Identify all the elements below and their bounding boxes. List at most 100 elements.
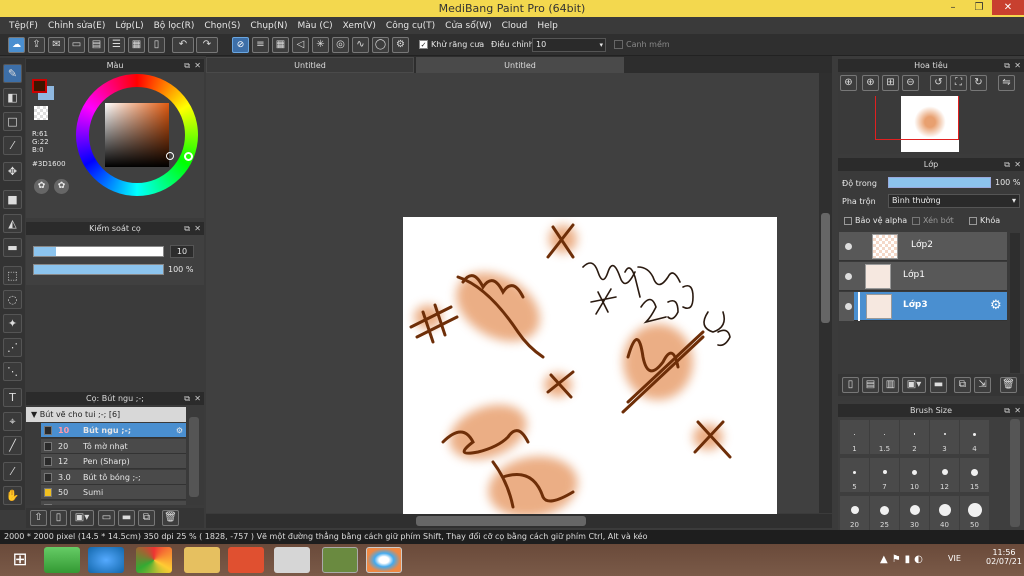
popout-icon[interactable]: ⧉ (1004, 404, 1010, 417)
document-icon[interactable]: ▤ (88, 37, 105, 53)
flip-icon[interactable]: ⇋ (998, 75, 1015, 91)
concentric-snap-icon[interactable]: ◎ (332, 37, 349, 53)
rect-select-icon[interactable]: ⬚ (3, 266, 22, 285)
dot-tool-icon[interactable]: □ (3, 112, 22, 131)
correction-select[interactable]: 10 ▾ (532, 38, 606, 52)
visibility-icon[interactable] (845, 273, 852, 280)
minimize-button[interactable]: – (940, 0, 966, 15)
edge-checkbox[interactable] (614, 40, 623, 49)
brush-opacity-slider[interactable] (33, 264, 164, 275)
brush-size-cell[interactable]: 15 (960, 458, 989, 492)
brush-size-cell[interactable]: 1.5 (870, 420, 899, 454)
eraser-tool-icon[interactable]: ◧ (3, 88, 22, 107)
brush-tool-icon[interactable]: ✎ (3, 64, 22, 83)
clip-studio-icon[interactable] (322, 547, 358, 573)
primary-color[interactable] (32, 79, 47, 93)
horizontal-scroll-thumb[interactable] (416, 516, 586, 526)
layer-row[interactable]: Lớp1 (839, 262, 1007, 291)
navigator-viewport[interactable] (875, 96, 959, 140)
close-icon[interactable]: ✕ (194, 392, 201, 405)
hand-tool-icon[interactable]: ✋ (3, 486, 22, 505)
antialias-checkbox[interactable]: ✓ (419, 40, 428, 49)
magic-wand-icon[interactable]: ✦ (3, 314, 22, 333)
move-tool-icon[interactable]: ✥ (3, 162, 22, 181)
saturation-square[interactable] (105, 103, 169, 167)
language-indicator[interactable]: VIE (948, 554, 961, 563)
redo-icon[interactable]: ↷ (196, 37, 218, 53)
blend-select[interactable]: Bình thường ▾ (888, 194, 1020, 208)
layer-folder-icon[interactable]: ▬ (930, 377, 947, 393)
brush-size-scrollbar[interactable] (1010, 419, 1020, 527)
menu-view[interactable]: Xem(V) (338, 21, 381, 31)
brush-size-cell[interactable]: 5 (840, 458, 869, 492)
duplicate-icon[interactable]: ⧉ (138, 510, 155, 526)
menu-cloud[interactable]: Cloud (497, 21, 533, 31)
radial-snap-icon[interactable]: ✳ (312, 37, 329, 53)
menu-help[interactable]: Help (532, 21, 563, 31)
brush-group[interactable]: ▼ Bút vẽ cho tui ;-; [6] (26, 407, 186, 422)
lock-checkbox[interactable] (969, 217, 977, 225)
actual-size-icon[interactable]: ⊞ (882, 75, 899, 91)
color-picker-cursor[interactable] (166, 152, 174, 160)
popout-icon[interactable]: ⧉ (184, 392, 190, 405)
brush-size-cell[interactable]: 40 (930, 496, 959, 530)
rotate-right-icon[interactable]: ↻ (970, 75, 987, 91)
menu-edit[interactable]: Chỉnh sửa(E) (43, 21, 110, 31)
new-brush-icon[interactable]: ▯ (50, 510, 67, 526)
layer-settings-icon[interactable]: ⚙ (990, 298, 1002, 313)
windows-start-icon[interactable]: ⊞ (0, 544, 40, 576)
popout-icon[interactable]: ⧉ (1004, 158, 1010, 171)
add-brush-menu-icon[interactable]: ▣▾ (70, 510, 94, 526)
brush-settings-icon[interactable]: ⚙ (176, 423, 183, 438)
cloud-brush-icon[interactable]: ⇧ (30, 510, 47, 526)
close-icon[interactable]: ✕ (1014, 59, 1021, 72)
close-icon[interactable]: ✕ (194, 59, 201, 72)
page-icon[interactable]: ▯ (148, 37, 165, 53)
brush-list-scrollbar[interactable] (189, 417, 199, 497)
canvas-paper[interactable] (403, 217, 777, 514)
vertical-scrollbar[interactable] (819, 73, 832, 513)
brush-list-item[interactable]: 3.0 Bút tô bóng ;-; (41, 469, 186, 485)
menu-capture[interactable]: Chụp(N) (245, 21, 292, 31)
popout-icon[interactable]: ⧉ (184, 222, 190, 235)
palette-icon[interactable]: ✿ (34, 179, 49, 194)
comment-icon[interactable]: ✉ (48, 37, 65, 53)
eyedropper-icon[interactable]: ⁄ (3, 462, 22, 481)
brush-list-item[interactable]: 20 Pixel (41, 500, 186, 505)
brush-list-item[interactable]: 12 Pen (Sharp) (41, 454, 186, 469)
fill-rect-tool-icon[interactable]: ■ (3, 190, 22, 209)
curve-snap-icon[interactable]: ∿ (352, 37, 369, 53)
clip-checkbox[interactable] (912, 217, 920, 225)
menu-color[interactable]: Màu (C) (293, 21, 338, 31)
select-pen-icon[interactable]: ⋰ (3, 338, 22, 357)
menu-layer[interactable]: Lớp(L) (110, 21, 148, 31)
layer-row-selected[interactable]: Lớp3 ⚙ (839, 292, 1007, 321)
grid-doc-icon[interactable]: ▦ (128, 37, 145, 53)
zoom-in-icon[interactable]: ⊕ (862, 75, 879, 91)
snap-off-icon[interactable]: ⊘ (232, 37, 249, 53)
gradient-tool-icon[interactable]: ▬ (3, 238, 22, 257)
operation-tool-icon[interactable]: ⌖ (3, 412, 22, 431)
popout-icon[interactable]: ⧉ (184, 59, 190, 72)
maximize-button[interactable]: ❐ (966, 0, 992, 15)
cloud-icon[interactable]: ☁ (8, 37, 25, 53)
tab-untitled-1[interactable]: Untitled (206, 57, 414, 73)
popout-icon[interactable]: ⧉ (1004, 59, 1010, 72)
vanishing-snap-icon[interactable]: ◁ (292, 37, 309, 53)
clock[interactable]: 11:56 02/07/21 (986, 548, 1022, 566)
folder-icon[interactable]: ▬ (118, 510, 135, 526)
rotate-left-icon[interactable]: ↺ (930, 75, 947, 91)
lasso-select-icon[interactable]: ◌ (3, 290, 22, 309)
brush-size-cell[interactable]: 4 (960, 420, 989, 454)
menu-filter[interactable]: Bộ lọc(R) (149, 21, 200, 31)
layer-opacity-slider[interactable] (888, 177, 991, 188)
protect-alpha-checkbox[interactable] (844, 217, 852, 225)
tab-untitled-2[interactable]: Untitled (416, 57, 624, 73)
bluestacks-icon[interactable] (44, 547, 80, 573)
merge-layer-icon[interactable]: ⇲ (974, 377, 991, 393)
new-layer-icon[interactable]: ▯ (842, 377, 859, 393)
bucket-tool-icon[interactable]: ◭ (3, 214, 22, 233)
layer-row[interactable]: Lớp2 (839, 232, 1007, 261)
blur-tool-icon[interactable]: ⁄ (3, 136, 22, 155)
horizontal-scrollbar[interactable] (206, 514, 832, 528)
